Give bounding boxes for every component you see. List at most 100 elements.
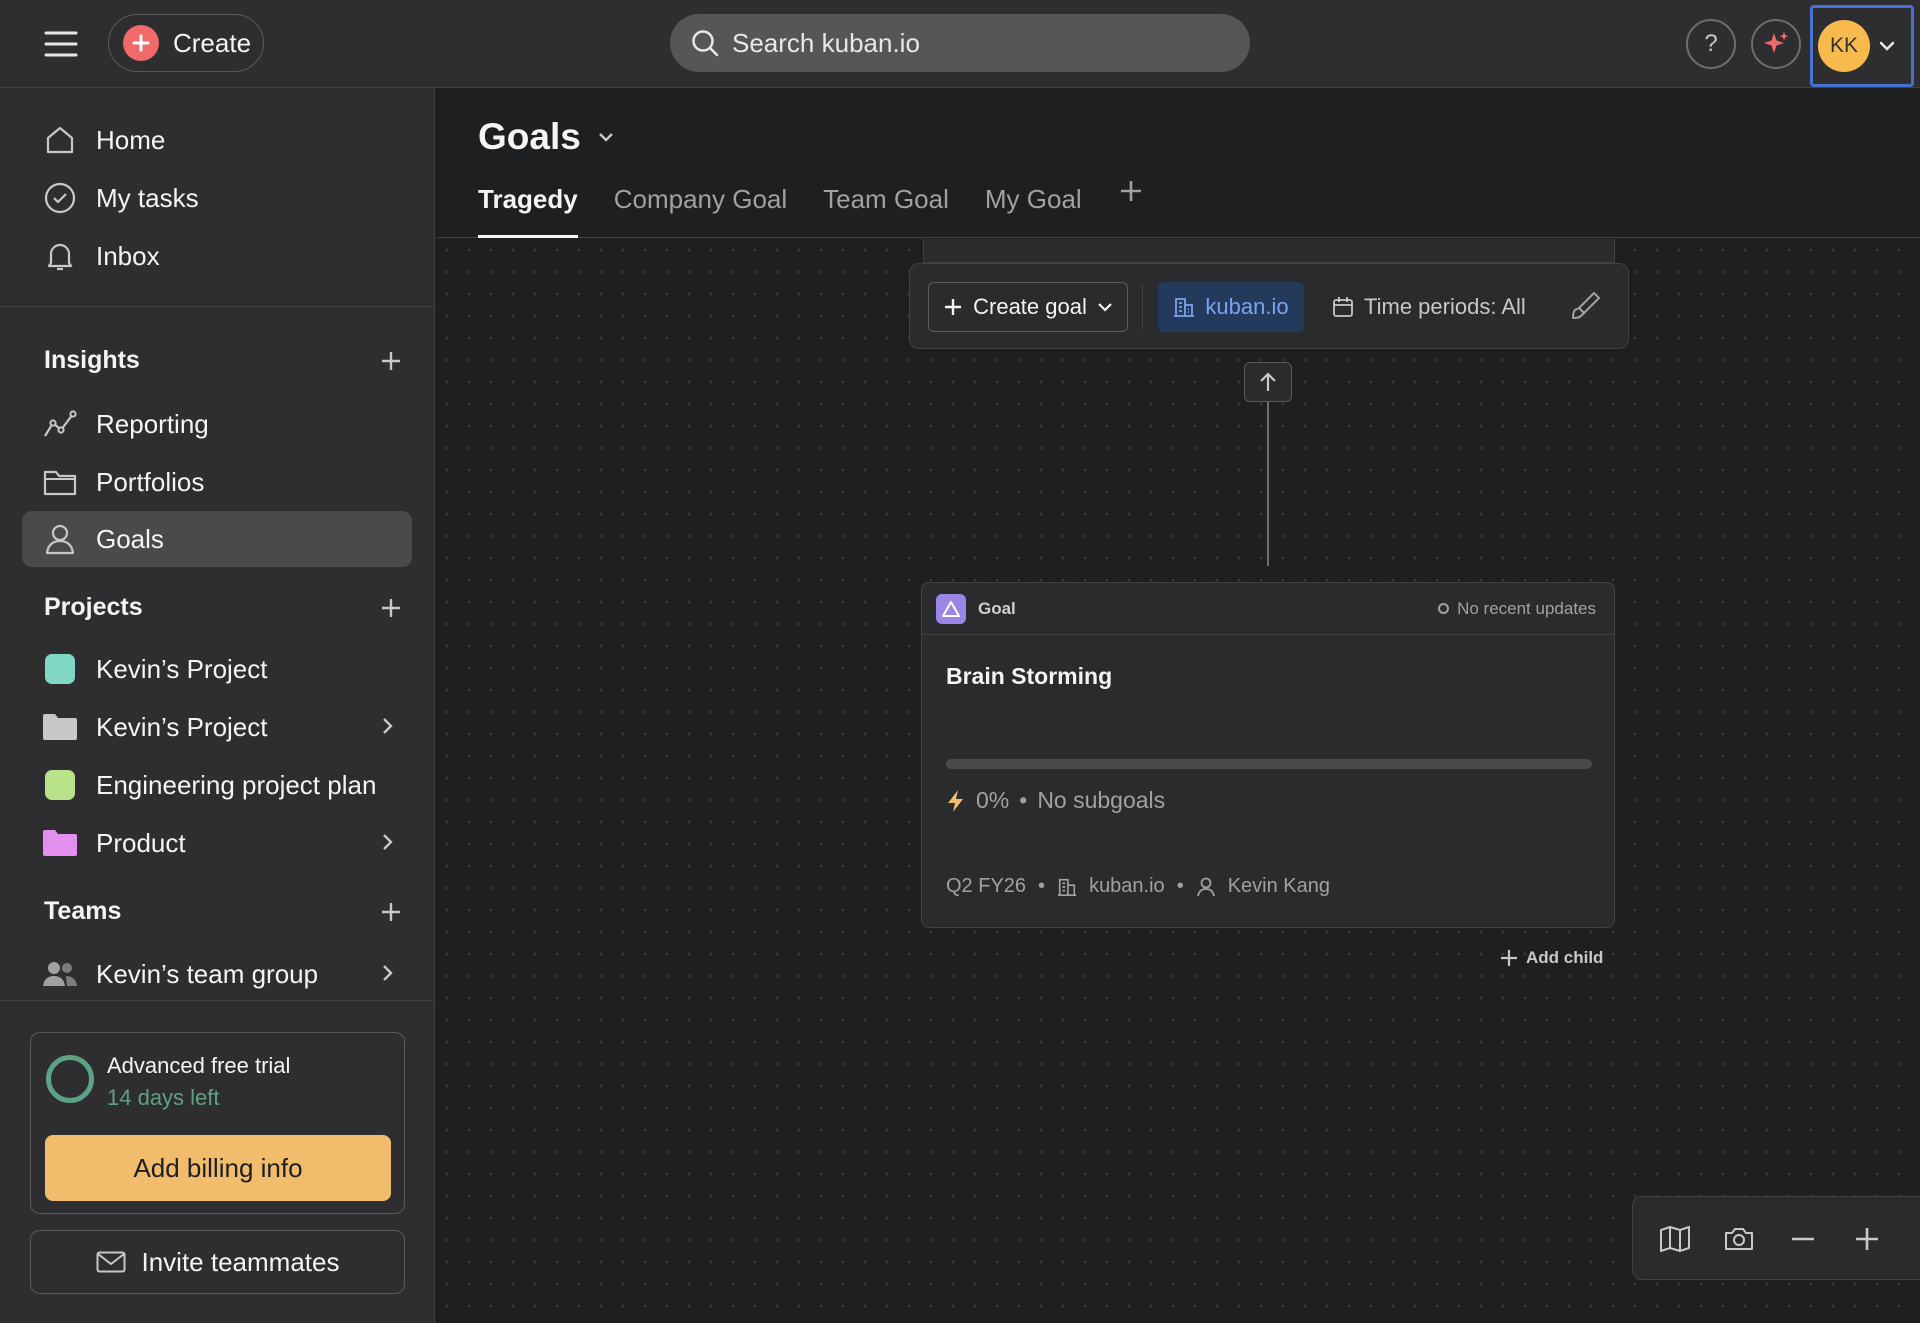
goal-card-header: Goal No recent updates — [922, 583, 1614, 635]
team-icon — [42, 956, 78, 992]
add-billing-info-button[interactable]: Add billing info — [45, 1135, 391, 1201]
zoom-out-icon[interactable] — [1783, 1219, 1823, 1259]
sidebar-item-project[interactable]: Kevin’s Project — [22, 641, 412, 697]
bell-icon — [42, 238, 78, 274]
goal-progress-bar — [946, 759, 1592, 769]
time-periods-filter[interactable]: Time periods: All — [1332, 282, 1526, 332]
hamburger-menu-icon[interactable] — [42, 26, 80, 62]
chevron-right-icon[interactable] — [380, 962, 394, 984]
toolbar-divider — [1142, 284, 1143, 330]
add-child-label: Add child — [1526, 948, 1604, 967]
create-label: Create — [173, 27, 252, 58]
sidebar-item-label: Kevin’s Project — [96, 711, 268, 742]
teams-title: Teams — [44, 897, 122, 925]
toolbar-backdrop — [923, 239, 1615, 263]
search-icon — [690, 28, 720, 58]
sidebar-item-portfolios[interactable]: Portfolios — [22, 454, 412, 510]
arrow-up-icon — [1258, 371, 1278, 393]
tab-tragedy[interactable]: Tragedy — [478, 184, 578, 238]
sidebar-item-reporting[interactable]: Reporting — [22, 396, 412, 452]
sparkle-icon — [1761, 29, 1791, 59]
add-child-button[interactable]: Add child — [1500, 948, 1603, 968]
folder-icon — [42, 464, 78, 500]
folder-icon — [42, 709, 78, 745]
goal-subgoals-text: No subgoals — [1037, 787, 1166, 813]
sidebar-item-home[interactable]: Home — [22, 112, 412, 168]
goal-progress-row: 0% • No subgoals — [946, 787, 1165, 814]
goal-title[interactable]: Brain Storming — [946, 663, 1112, 690]
plus-icon — [943, 297, 963, 317]
lightning-icon — [946, 789, 966, 813]
sidebar-item-label: Goals — [96, 523, 164, 554]
chevron-right-icon[interactable] — [380, 715, 394, 737]
search-placeholder: Search kuban.io — [732, 27, 920, 58]
help-button[interactable]: ? — [1686, 19, 1736, 69]
project-color-swatch — [45, 770, 75, 800]
help-icon: ? — [1704, 30, 1718, 57]
goal-period: Q2 FY26 — [946, 875, 1027, 897]
expand-parent-button[interactable] — [1244, 362, 1292, 402]
sidebar-item-my-tasks[interactable]: My tasks — [22, 170, 412, 226]
create-button[interactable]: Create — [108, 14, 264, 72]
ai-sparkle-button[interactable] — [1751, 19, 1801, 69]
tab-team-goal[interactable]: Team Goal — [823, 184, 949, 238]
invite-teammates-button[interactable]: Invite teammates — [30, 1230, 405, 1294]
sidebar-item-goals[interactable]: Goals — [22, 511, 412, 567]
home-icon — [42, 122, 78, 158]
insights-title: Insights — [44, 346, 140, 374]
page-title[interactable]: Goals — [478, 116, 615, 158]
time-periods-label: Time periods: All — [1364, 294, 1526, 319]
goal-connector-line — [1267, 402, 1269, 566]
add-tab-plus-icon[interactable] — [1118, 178, 1144, 238]
sidebar-item-label: Home — [96, 124, 166, 155]
separator-dot: • — [1176, 875, 1184, 897]
building-icon — [1057, 877, 1077, 897]
goal-status-text: No recent updates — [1457, 598, 1596, 618]
insights-section-header: Insights — [44, 346, 402, 375]
brush-icon[interactable] — [1570, 290, 1602, 322]
page-title-text: Goals — [478, 116, 581, 157]
account-menu-button[interactable]: KK — [1810, 5, 1914, 87]
goals-header: Goals Tragedy Company Goal Team Goal My … — [436, 88, 1920, 238]
building-icon — [1173, 296, 1195, 318]
project-color-swatch — [45, 654, 75, 684]
sidebar-item-label: Kevin’s team group — [96, 958, 319, 989]
tab-company-goal[interactable]: Company Goal — [614, 184, 787, 238]
goal-triangle-icon — [936, 593, 966, 624]
plus-icon — [123, 25, 159, 61]
avatar: KK — [1818, 20, 1870, 72]
sidebar-item-project[interactable]: Engineering project plan — [22, 757, 412, 813]
sidebar-item-project-folder[interactable]: Kevin’s Project — [22, 699, 412, 755]
search-input[interactable]: Search kuban.io — [670, 14, 1250, 72]
goal-tabs: Tragedy Company Goal Team Goal My Goal — [478, 181, 1144, 238]
sidebar-item-label: Engineering project plan — [96, 769, 377, 800]
workspace-label: kuban.io — [1205, 294, 1289, 319]
sidebar-item-team[interactable]: Kevin’s team group — [22, 946, 412, 1002]
trial-card: Advanced free trial 14 days left Add bil… — [30, 1032, 405, 1214]
person-icon — [42, 521, 78, 557]
add-team-plus-icon[interactable] — [380, 901, 402, 923]
add-project-plus-icon[interactable] — [380, 597, 402, 619]
add-insight-plus-icon[interactable] — [380, 350, 402, 372]
create-goal-button[interactable]: Create goal — [928, 282, 1128, 332]
sidebar-item-label: Portfolios — [96, 466, 205, 497]
tab-my-goal[interactable]: My Goal — [985, 184, 1082, 238]
folder-icon — [42, 825, 78, 861]
trial-days-left: 14 days left — [107, 1085, 220, 1110]
map-icon[interactable] — [1655, 1219, 1695, 1259]
separator-dot: • — [1038, 875, 1046, 897]
zoom-in-icon[interactable] — [1847, 1219, 1887, 1259]
sidebar-divider — [0, 1000, 435, 1001]
sidebar-item-inbox[interactable]: Inbox — [22, 228, 412, 284]
projects-title: Projects — [44, 593, 143, 621]
chevron-right-icon[interactable] — [380, 831, 394, 853]
user-icon — [1196, 877, 1216, 897]
sidebar-item-product-folder[interactable]: Product — [22, 815, 412, 871]
envelope-icon — [96, 1251, 126, 1273]
workspace-filter-button[interactable]: kuban.io — [1158, 282, 1304, 332]
check-circle-icon — [42, 180, 78, 216]
goal-status: No recent updates — [1438, 599, 1596, 619]
goal-card[interactable]: Goal No recent updates Brain Storming 0%… — [921, 582, 1615, 928]
camera-icon[interactable] — [1719, 1219, 1759, 1259]
calendar-icon — [1332, 296, 1354, 318]
